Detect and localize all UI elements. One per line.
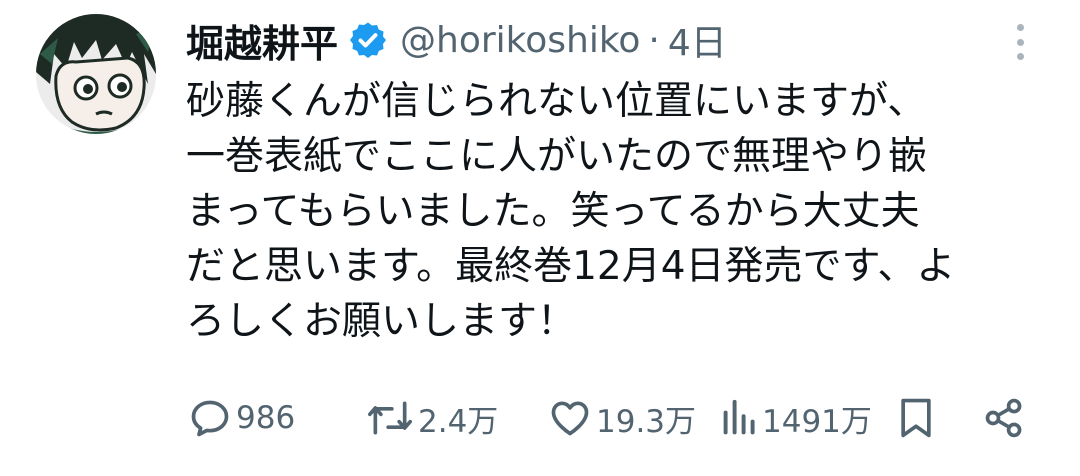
heart-icon [551, 401, 589, 436]
share-button[interactable] [982, 390, 1026, 446]
reply-icon [191, 400, 229, 437]
tweet-text-line: だと思います。最終巻12月4日発売です、よ [186, 244, 956, 289]
tweet: 堀越耕平 @horikoshiko · 4日 砂藤くんが信じられない位置にいます… [0, 0, 1080, 476]
retweet-button[interactable]: 2.4万 [366, 390, 498, 446]
like-count: 19.3万 [596, 403, 697, 440]
avatar[interactable] [36, 14, 156, 134]
views-button[interactable]: 1491万 [722, 390, 872, 446]
bookmark-button[interactable] [896, 390, 936, 446]
tweet-text-line: 砂藤くんが信じられない位置にいますが、 [186, 79, 927, 124]
retweet-icon [368, 401, 412, 435]
handle[interactable]: @horikoshiko [400, 20, 640, 61]
display-name[interactable]: 堀越耕平 [186, 13, 338, 68]
views-count: 1491万 [762, 403, 872, 440]
timestamp[interactable]: 4日 [668, 14, 727, 66]
verified-badge-icon [350, 22, 387, 58]
like-button[interactable]: 19.3万 [548, 390, 696, 446]
tweet-text: 砂藤くんが信じられない位置にいますが、 一巻表紙でここに人がいたので無理やり嵌 … [186, 74, 1016, 349]
reply-count: 986 [236, 400, 296, 436]
separator-dot: · [648, 19, 660, 61]
tweet-text-line: 一巻表紙でここに人がいたので無理やり嵌 [186, 134, 928, 179]
tweet-text-line: ろしくお願いします！ [186, 299, 577, 344]
tweet-header: 堀越耕平 @horikoshiko · 4日 [186, 14, 727, 66]
reply-button[interactable]: 986 [188, 390, 295, 446]
more-options-icon[interactable] [1012, 20, 1028, 64]
views-icon [723, 399, 755, 435]
tweet-text-line: まってもらいました。笑ってるから大丈夫 [186, 189, 920, 234]
action-bar: 986 2.4万 19.3万 1491万 [186, 390, 1046, 446]
share-icon [985, 398, 1022, 438]
bookmark-icon [901, 398, 931, 438]
avatar-illustration-icon [36, 14, 156, 134]
retweet-count: 2.4万 [418, 403, 499, 440]
